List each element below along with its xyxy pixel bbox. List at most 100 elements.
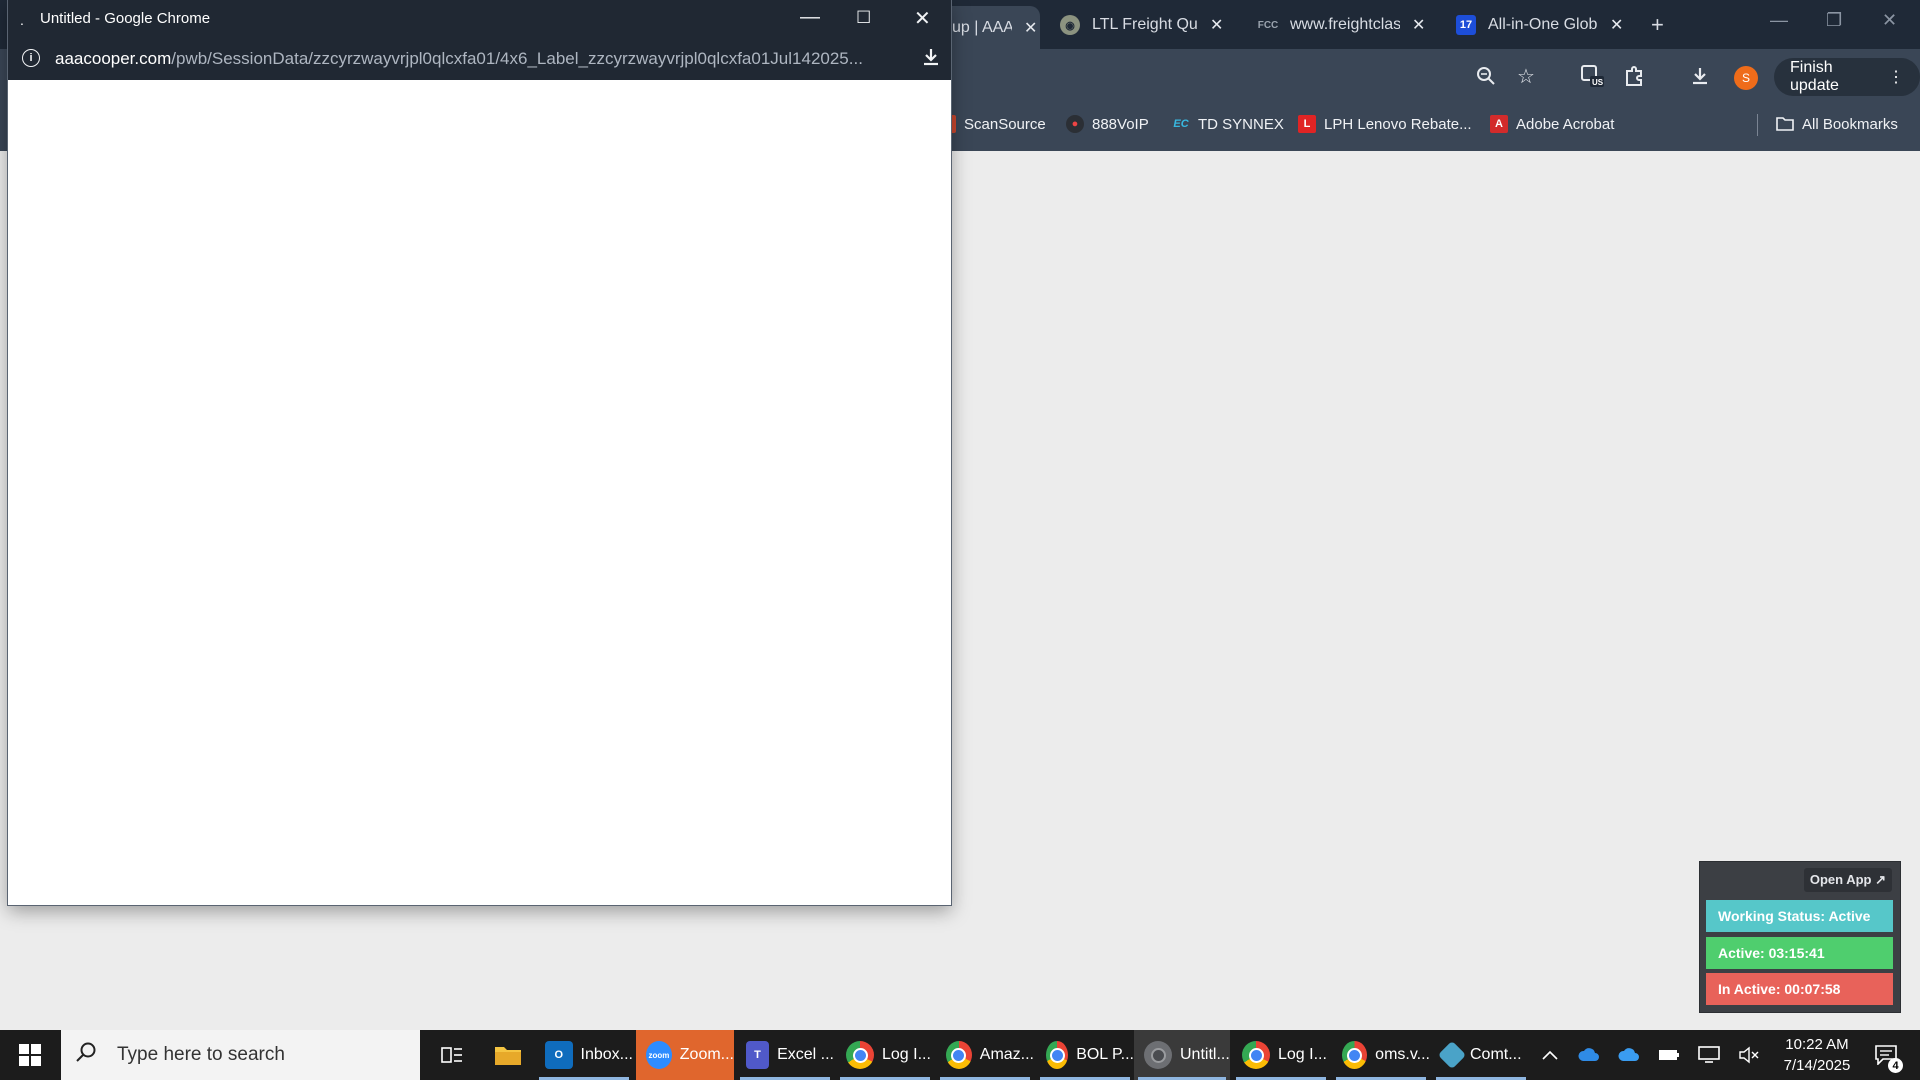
bookmark-label: All Bookmarks — [1802, 115, 1898, 133]
chrome-profile-icon — [1242, 1041, 1270, 1069]
bookmark-888voip[interactable]: ● 888VoIP — [1066, 115, 1149, 133]
close-tab-icon[interactable]: ✕ — [1024, 18, 1037, 38]
taskbar-app-excel[interactable]: T Excel ... — [736, 1030, 834, 1080]
acrobat-icon: A — [1490, 115, 1508, 133]
finish-update-button[interactable]: Finish update ⋮ — [1774, 58, 1920, 96]
bookmarks-separator — [1757, 114, 1758, 136]
url-path: /pwb/SessionData/zzcyrzwayvrjpl0qlcxfa01… — [171, 49, 863, 68]
folder-icon — [1776, 115, 1794, 133]
working-status: Working Status: Active — [1706, 900, 1893, 932]
svg-text:US: US — [1592, 78, 1604, 87]
chrome-profile-icon — [1342, 1041, 1368, 1069]
popup-title: Untitled - Google Chrome — [40, 10, 211, 27]
bookmark-label: 888VoIP — [1092, 115, 1149, 133]
comtrade-icon — [1437, 1040, 1467, 1070]
tab-label: LTL Freight Quot — [1092, 16, 1198, 33]
chrome-gray-icon — [1144, 1041, 1172, 1069]
app-label: Inbox... — [580, 1046, 633, 1063]
notifications-button[interactable] — [1866, 1030, 1906, 1080]
more-options-icon: ⋮ — [1888, 69, 1904, 86]
app-label: Excel ... — [777, 1046, 834, 1063]
chrome-icon — [946, 1041, 972, 1069]
outlook-icon: O — [545, 1041, 573, 1069]
bookmark-td-synnex[interactable]: EC TD SYNNEX — [1172, 115, 1284, 133]
lenovo-icon: L — [1298, 115, 1316, 133]
taskbar-app-chrome-amazon[interactable]: Amaz... — [936, 1030, 1034, 1080]
app-label: Log I... — [882, 1046, 931, 1063]
bookmark-lph-lenovo[interactable]: L LPH Lenovo Rebate... — [1298, 115, 1472, 133]
app-label: Zoom... — [679, 1046, 734, 1063]
app-label: Log I... — [1278, 1046, 1327, 1063]
close-tab-icon[interactable]: ✕ — [1412, 15, 1425, 35]
bookmark-label: LPH Lenovo Rebate... — [1324, 115, 1472, 133]
app-label: oms.v... — [1375, 1046, 1430, 1063]
downloads-icon[interactable] — [1686, 62, 1714, 90]
tab-freightclass[interactable]: FCC www.freightclass ✕ — [1258, 9, 1428, 41]
bookmark-adobe-acrobat[interactable]: A Adobe Acrobat — [1490, 115, 1614, 133]
tab-label: up | AAA — [952, 18, 1012, 36]
extension-us-icon[interactable]: US — [1578, 62, 1606, 90]
close-window-icon[interactable]: ✕ — [914, 6, 931, 31]
bookmark-scansource[interactable]: ScanSource — [948, 115, 1046, 133]
show-hidden-icons-chevron-up-icon[interactable] — [1536, 1030, 1564, 1080]
app-icon: . — [20, 12, 24, 28]
popup-address-bar[interactable]: i aaacooper.com/pwb/SessionData/zzcyrzwa… — [8, 38, 951, 80]
popup-url[interactable]: aaacooper.com/pwb/SessionData/zzcyrzwayv… — [55, 49, 895, 69]
bookmark-label: ScanSource — [964, 115, 1046, 133]
profile-avatar[interactable]: S — [1734, 66, 1758, 90]
zoom-icon[interactable] — [1472, 62, 1500, 90]
taskbar-app-comtrade[interactable]: Comt... — [1432, 1030, 1530, 1080]
popup-content-area — [8, 80, 951, 905]
bookmark-all-bookmarks[interactable]: All Bookmarks — [1776, 115, 1898, 133]
taskbar-app-chrome-untitled[interactable]: Untitl... — [1134, 1030, 1230, 1080]
restore-icon[interactable]: ❐ — [1826, 10, 1842, 31]
popup-window: . Untitled - Google Chrome — ☐ ✕ i aaaco… — [8, 0, 951, 905]
search-icon — [75, 1041, 107, 1069]
windows-logo-icon — [19, 1044, 41, 1066]
tab-ltl-freight-quote[interactable]: ◉ LTL Freight Quot ✕ — [1060, 9, 1230, 41]
active-time: Active: 03:15:41 — [1706, 937, 1893, 969]
tab-label: www.freightclass — [1290, 16, 1400, 33]
tab-all-in-one-global[interactable]: 17 All-in-One Globa ✕ — [1456, 9, 1626, 41]
clock-date: 7/14/2025 — [1783, 1057, 1851, 1074]
close-tab-icon[interactable]: ✕ — [1210, 15, 1223, 35]
bookmark-label: TD SYNNEX — [1198, 115, 1284, 133]
clock[interactable]: 10:22 AM 7/14/2025 — [1772, 1034, 1862, 1076]
taskbar-app-chrome-log-2[interactable]: Log I... — [1232, 1030, 1330, 1080]
time-tracker-widget: Open App ↗ Working Status: Active Active… — [1699, 861, 1901, 1013]
tab-aaa-cooper[interactable]: up | AAA ✕ — [940, 6, 1040, 49]
site-info-icon[interactable]: i — [22, 49, 40, 67]
taskbar-app-chrome-oms[interactable]: oms.v... — [1332, 1030, 1430, 1080]
volume-muted-icon[interactable] — [1734, 1030, 1764, 1080]
minimize-icon[interactable]: — — [800, 6, 820, 29]
taskbar-app-zoom[interactable]: zoom Zoom... — [636, 1030, 734, 1080]
download-icon[interactable] — [920, 46, 942, 74]
onedrive-personal-icon[interactable] — [1614, 1030, 1644, 1080]
clock-time: 10:22 AM — [1785, 1036, 1849, 1053]
popup-title-bar[interactable]: . Untitled - Google Chrome — ☐ ✕ — [8, 0, 951, 38]
close-tab-icon[interactable]: ✕ — [1610, 15, 1623, 35]
open-app-button[interactable]: Open App ↗ — [1803, 868, 1892, 892]
battery-icon[interactable] — [1654, 1030, 1684, 1080]
task-view-button[interactable] — [434, 1030, 470, 1080]
taskbar-app-outlook[interactable]: O Inbox... — [535, 1030, 633, 1080]
taskbar-app-chrome-log[interactable]: Log I... — [836, 1030, 934, 1080]
fcc-icon: FCC — [1257, 19, 1279, 31]
close-window-icon[interactable]: ✕ — [1882, 10, 1897, 31]
bookmark-star-icon[interactable]: ☆ — [1512, 62, 1540, 90]
url-host: aaacooper.com — [55, 49, 172, 68]
new-tab-button[interactable]: + — [1651, 12, 1664, 38]
taskbar-search[interactable]: Type here to search — [61, 1030, 420, 1080]
start-button[interactable] — [0, 1030, 60, 1080]
tab-label: All-in-One Globa — [1488, 16, 1598, 33]
minimize-icon[interactable]: — — [1770, 10, 1788, 31]
file-explorer-button[interactable] — [488, 1030, 528, 1080]
app-label: Comt... — [1470, 1046, 1522, 1063]
maximize-icon[interactable]: ☐ — [856, 8, 871, 28]
notification-count-badge: 4 — [1888, 1058, 1903, 1073]
network-icon[interactable] — [1694, 1030, 1724, 1080]
teams-icon: T — [746, 1041, 770, 1069]
onedrive-icon[interactable] — [1574, 1030, 1604, 1080]
extensions-puzzle-icon[interactable] — [1620, 62, 1648, 90]
taskbar-app-chrome-bol[interactable]: BOL P... — [1036, 1030, 1134, 1080]
